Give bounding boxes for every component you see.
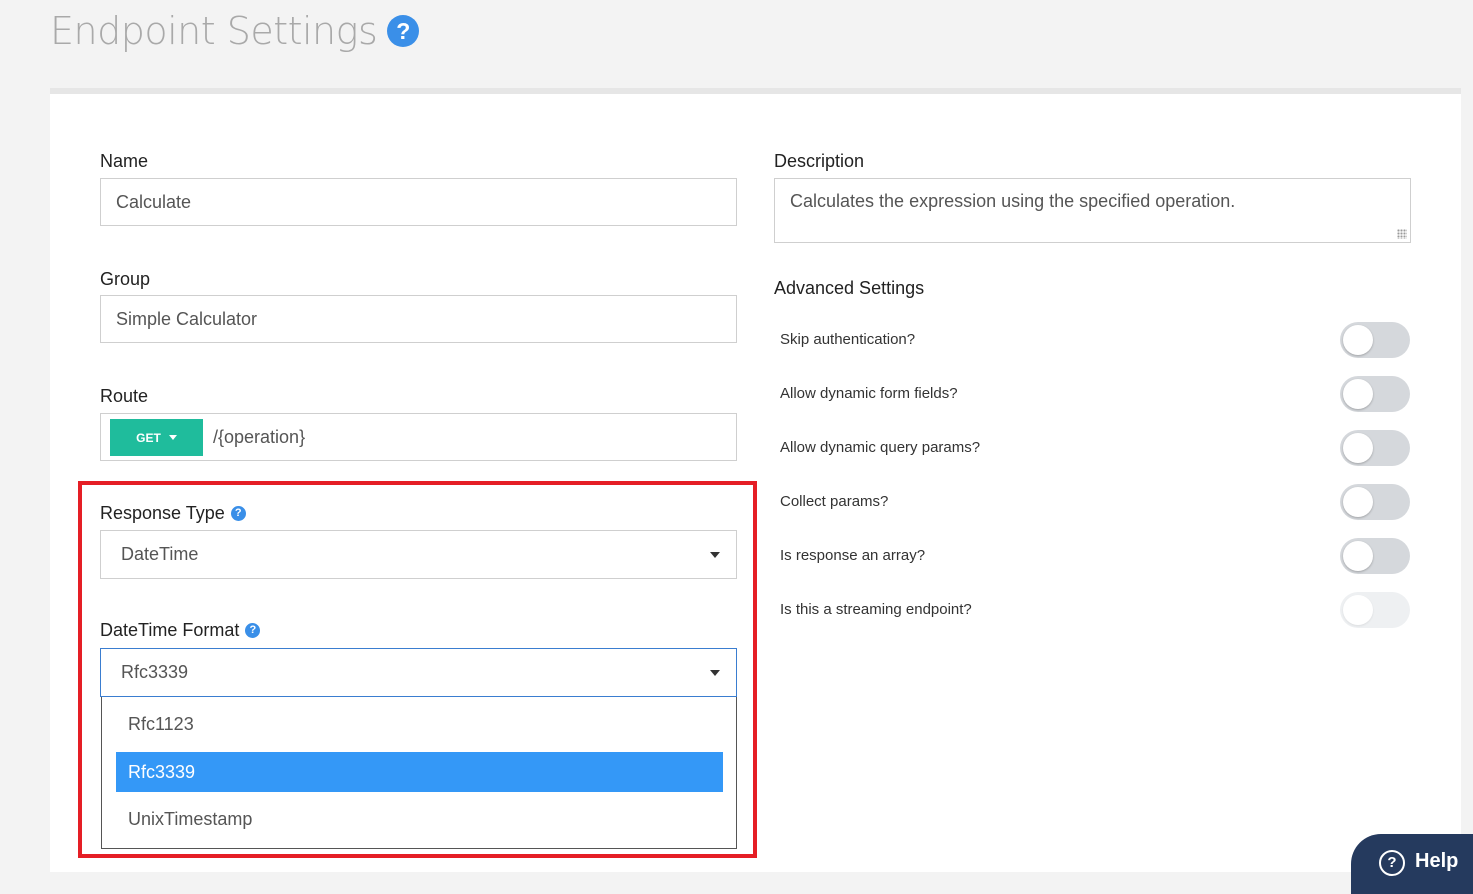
toggle-knob [1343, 379, 1373, 409]
datetime-format-select[interactable]: Rfc3339 [100, 648, 737, 697]
dropdown-option-label: Rfc1123 [128, 713, 194, 734]
question-circle-icon: ? [1379, 850, 1405, 876]
toggle-knob [1343, 433, 1373, 463]
setting-dynamic-form-fields: Allow dynamic form fields? [780, 376, 1410, 412]
description-value: Calculates the expression using the spec… [790, 191, 1236, 211]
setting-label: Skip authentication? [780, 331, 916, 348]
description-textarea[interactable]: Calculates the expression using the spec… [774, 178, 1411, 243]
http-method-label: GET [136, 430, 161, 445]
toggle-knob [1343, 595, 1373, 625]
response-array-toggle[interactable] [1340, 538, 1410, 574]
response-type-label: Response Type ? [100, 503, 246, 524]
response-type-select[interactable]: DateTime [100, 530, 737, 579]
dropdown-option-selected[interactable]: Rfc3339 [116, 752, 723, 792]
group-label: Group [100, 269, 151, 289]
name-input[interactable]: Calculate [100, 178, 737, 226]
settings-panel: Name Calculate Group Simple Calculator R… [50, 88, 1461, 872]
route-input[interactable]: GET /{operation} [100, 413, 737, 461]
group-input-value: Simple Calculator [116, 308, 258, 329]
dropdown-option[interactable]: UnixTimestamp [116, 799, 723, 839]
streaming-endpoint-toggle[interactable] [1340, 592, 1410, 628]
toggle-knob [1343, 541, 1373, 571]
setting-label: Allow dynamic form fields? [780, 385, 958, 402]
help-icon[interactable]: ? [387, 15, 420, 47]
caret-down-icon [710, 552, 720, 558]
setting-collect-params: Collect params? [780, 484, 1410, 520]
setting-label: Allow dynamic query params? [780, 439, 981, 456]
skip-auth-toggle[interactable] [1340, 322, 1410, 358]
datetime-format-value: Rfc3339 [121, 662, 189, 682]
datetime-format-label-text: DateTime Format [100, 620, 240, 640]
dropdown-option-label: Rfc3339 [128, 761, 196, 782]
setting-label: Is this a streaming endpoint? [780, 601, 972, 618]
page-title: Endpoint Settings [50, 9, 378, 53]
page-header: Endpoint Settings ? [50, 6, 420, 56]
help-widget-button[interactable]: ? Help [1351, 834, 1473, 894]
route-label: Route [100, 386, 149, 406]
response-type-value: DateTime [121, 544, 199, 564]
help-icon[interactable]: ? [230, 506, 246, 521]
advanced-settings-heading: Advanced Settings [774, 278, 925, 298]
dynamic-query-params-toggle[interactable] [1340, 430, 1410, 466]
group-input[interactable]: Simple Calculator [100, 295, 737, 343]
datetime-format-dropdown: Rfc1123 Rfc3339 UnixTimestamp [101, 697, 737, 849]
setting-streaming-endpoint: Is this a streaming endpoint? [780, 592, 1410, 628]
help-widget-label: Help [1415, 850, 1459, 872]
response-type-label-text: Response Type [100, 503, 225, 523]
toggle-knob [1343, 325, 1373, 355]
resize-grip-icon[interactable] [1397, 229, 1407, 239]
setting-label: Is response an array? [780, 547, 926, 564]
collect-params-toggle[interactable] [1340, 484, 1410, 520]
setting-label: Collect params? [780, 493, 889, 510]
dynamic-form-fields-toggle[interactable] [1340, 376, 1410, 412]
caret-down-icon [168, 435, 177, 440]
name-label: Name [100, 151, 149, 171]
dropdown-option-label: UnixTimestamp [128, 808, 253, 829]
name-input-value: Calculate [116, 191, 192, 212]
help-icon[interactable]: ? [245, 623, 261, 638]
setting-response-array: Is response an array? [780, 538, 1410, 574]
route-path-value: /{operation} [213, 427, 306, 447]
setting-skip-auth: Skip authentication? [780, 322, 1410, 358]
http-method-dropdown[interactable]: GET [110, 419, 203, 456]
dropdown-option[interactable]: Rfc1123 [116, 704, 723, 744]
caret-down-icon [710, 670, 720, 676]
setting-dynamic-query-params: Allow dynamic query params? [780, 430, 1410, 466]
description-label: Description [774, 151, 865, 171]
datetime-format-label: DateTime Format ? [100, 620, 261, 641]
toggle-knob [1343, 487, 1373, 517]
